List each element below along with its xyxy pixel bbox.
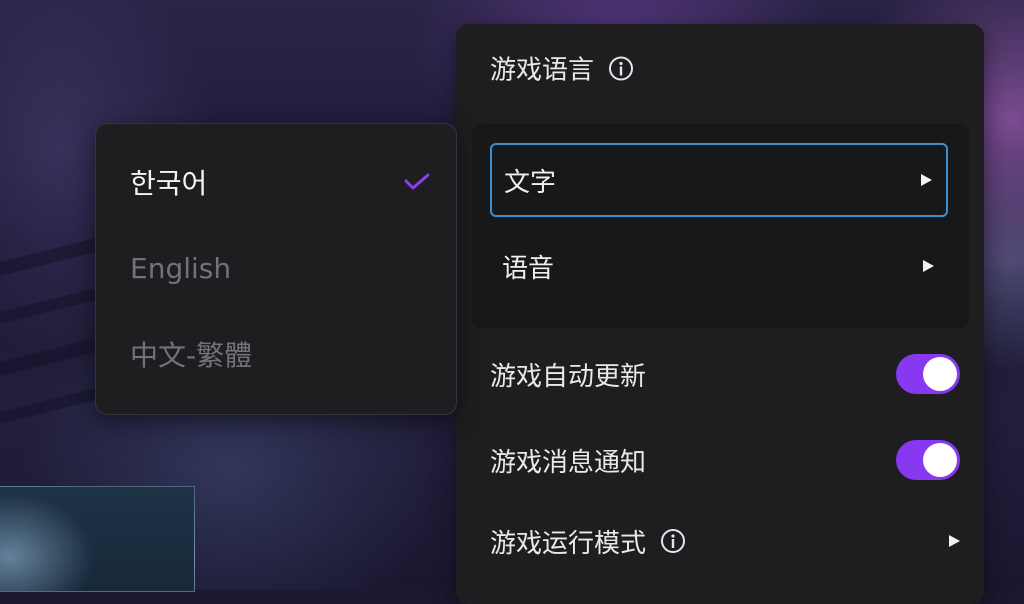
language-option-label: 한국어 [130,167,208,200]
language-option-korean[interactable]: 한국어 [130,157,430,207]
text-language-item[interactable]: 文字 [490,143,948,217]
info-icon[interactable] [660,528,686,554]
language-option-label: English [130,251,232,285]
language-dropdown: 한국어 English 中文-繁體 [95,123,457,415]
toggle-knob [923,443,957,477]
run-mode-row[interactable]: 游戏运行模式 [490,516,960,566]
voice-language-label: 语音 [502,253,555,284]
chevron-right-icon [923,260,934,272]
auto-update-toggle[interactable] [896,354,960,394]
voice-language-item[interactable]: 语音 [490,229,948,303]
notifications-row: 游戏消息通知 [490,435,960,485]
notifications-label: 游戏消息通知 [490,447,647,478]
text-language-label: 文字 [504,167,557,198]
chevron-right-icon [949,535,960,547]
chevron-right-icon [921,174,932,186]
language-option-label: 中文-繁體 [130,339,253,372]
game-language-title: 游戏语言 [490,50,634,87]
toggle-knob [923,357,957,391]
notifications-toggle[interactable] [896,440,960,480]
settings-panel: 游戏语言 文字 语音 游戏自动更新 游戏消息通知 游戏运行模式 [456,24,984,604]
game-language-submenu: 文字 语音 [472,124,969,328]
game-language-label: 游戏语言 [490,55,595,86]
auto-update-row: 游戏自动更新 [490,349,960,399]
run-mode-label: 游戏运行模式 [490,528,647,559]
language-option-traditional-chinese[interactable]: 中文-繁體 [130,329,430,379]
language-option-english[interactable]: English [130,243,430,293]
auto-update-label: 游戏自动更新 [490,361,647,392]
background-preview-frame [0,486,195,592]
info-icon[interactable] [608,55,634,81]
check-icon [404,173,430,190]
